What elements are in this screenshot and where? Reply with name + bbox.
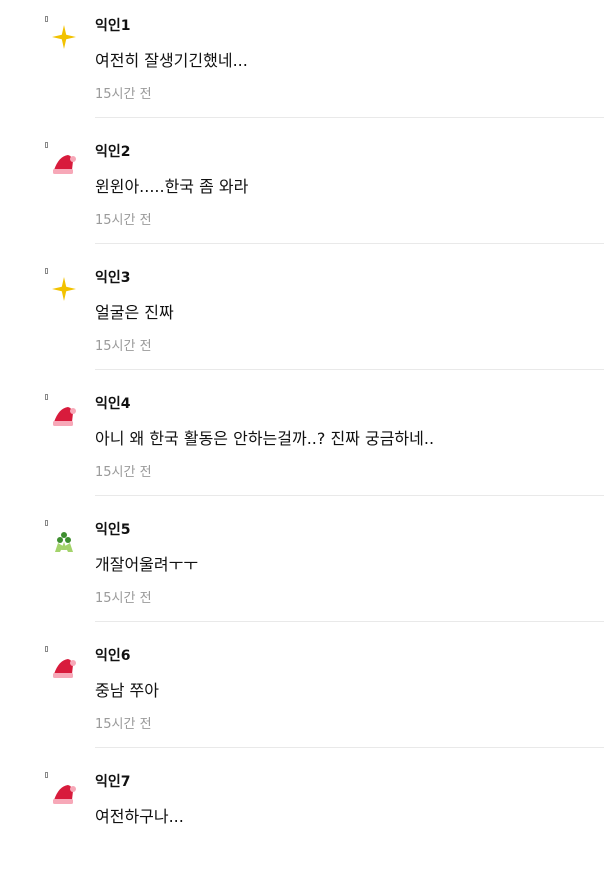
comment-time: 15시간 전: [95, 465, 152, 480]
comment-author[interactable]: 익인1: [95, 15, 131, 35]
comment-text: 아니 왜 한국 활동은 안하는걸까..? 진짜 궁금하네..: [95, 429, 435, 448]
sparkle-icon: [51, 276, 77, 302]
comment-author[interactable]: 익인2: [95, 141, 131, 161]
comment-item: 익인1 여전히 잘생기긴했네... 15시간 전: [0, 0, 604, 126]
bullet-marker: [45, 142, 48, 148]
bullet-marker: [45, 16, 48, 22]
comment-text: 윈윈아.....한국 좀 와라: [95, 177, 249, 196]
comment-item: 익인6 중남 쭈아 15시간 전: [0, 630, 604, 756]
comment-item: 익인5 개잘어울려ㅜㅜ 15시간 전: [0, 504, 604, 630]
comment-author[interactable]: 익인6: [95, 645, 131, 665]
comment-author[interactable]: 익인5: [95, 519, 131, 539]
santa-hat-icon: [51, 780, 77, 806]
comment-text: 중남 쭈아: [95, 681, 159, 700]
bullet-marker: [45, 646, 48, 652]
divider: [95, 747, 604, 748]
comment-time: 15시간 전: [95, 213, 152, 228]
comment-author[interactable]: 익인4: [95, 393, 131, 413]
bullet-marker: [45, 520, 48, 526]
comment-text: 개잘어울려ㅜㅜ: [95, 555, 199, 574]
comment-author[interactable]: 익인7: [95, 771, 131, 791]
bullet-marker: [45, 268, 48, 274]
sparkle-icon: [51, 24, 77, 50]
comment-text: 여전하구나...: [95, 807, 184, 826]
divider: [95, 621, 604, 622]
divider: [95, 495, 604, 496]
comment-time: 15시간 전: [95, 339, 152, 354]
divider: [95, 117, 604, 118]
comment-item: 익인4 아니 왜 한국 활동은 안하는걸까..? 진짜 궁금하네.. 15시간 …: [0, 378, 604, 504]
comment-item: 익인3 얼굴은 진짜 15시간 전: [0, 252, 604, 378]
comment-list: 익인1 여전히 잘생기긴했네... 15시간 전 익인2 윈윈아.....한국 …: [0, 0, 604, 882]
comment-item: 익인7 여전하구나...: [0, 756, 604, 882]
holly-icon: [51, 528, 77, 554]
comment-item: 익인2 윈윈아.....한국 좀 와라 15시간 전: [0, 126, 604, 252]
comment-text: 여전히 잘생기긴했네...: [95, 51, 248, 70]
santa-hat-icon: [51, 402, 77, 428]
comment-time: 15시간 전: [95, 717, 152, 732]
bullet-marker: [45, 772, 48, 778]
comment-time: 15시간 전: [95, 591, 152, 606]
santa-hat-icon: [51, 150, 77, 176]
santa-hat-icon: [51, 654, 77, 680]
comment-text: 얼굴은 진짜: [95, 303, 174, 322]
comment-time: 15시간 전: [95, 87, 152, 102]
divider: [95, 369, 604, 370]
comment-author[interactable]: 익인3: [95, 267, 131, 287]
divider: [95, 243, 604, 244]
bullet-marker: [45, 394, 48, 400]
